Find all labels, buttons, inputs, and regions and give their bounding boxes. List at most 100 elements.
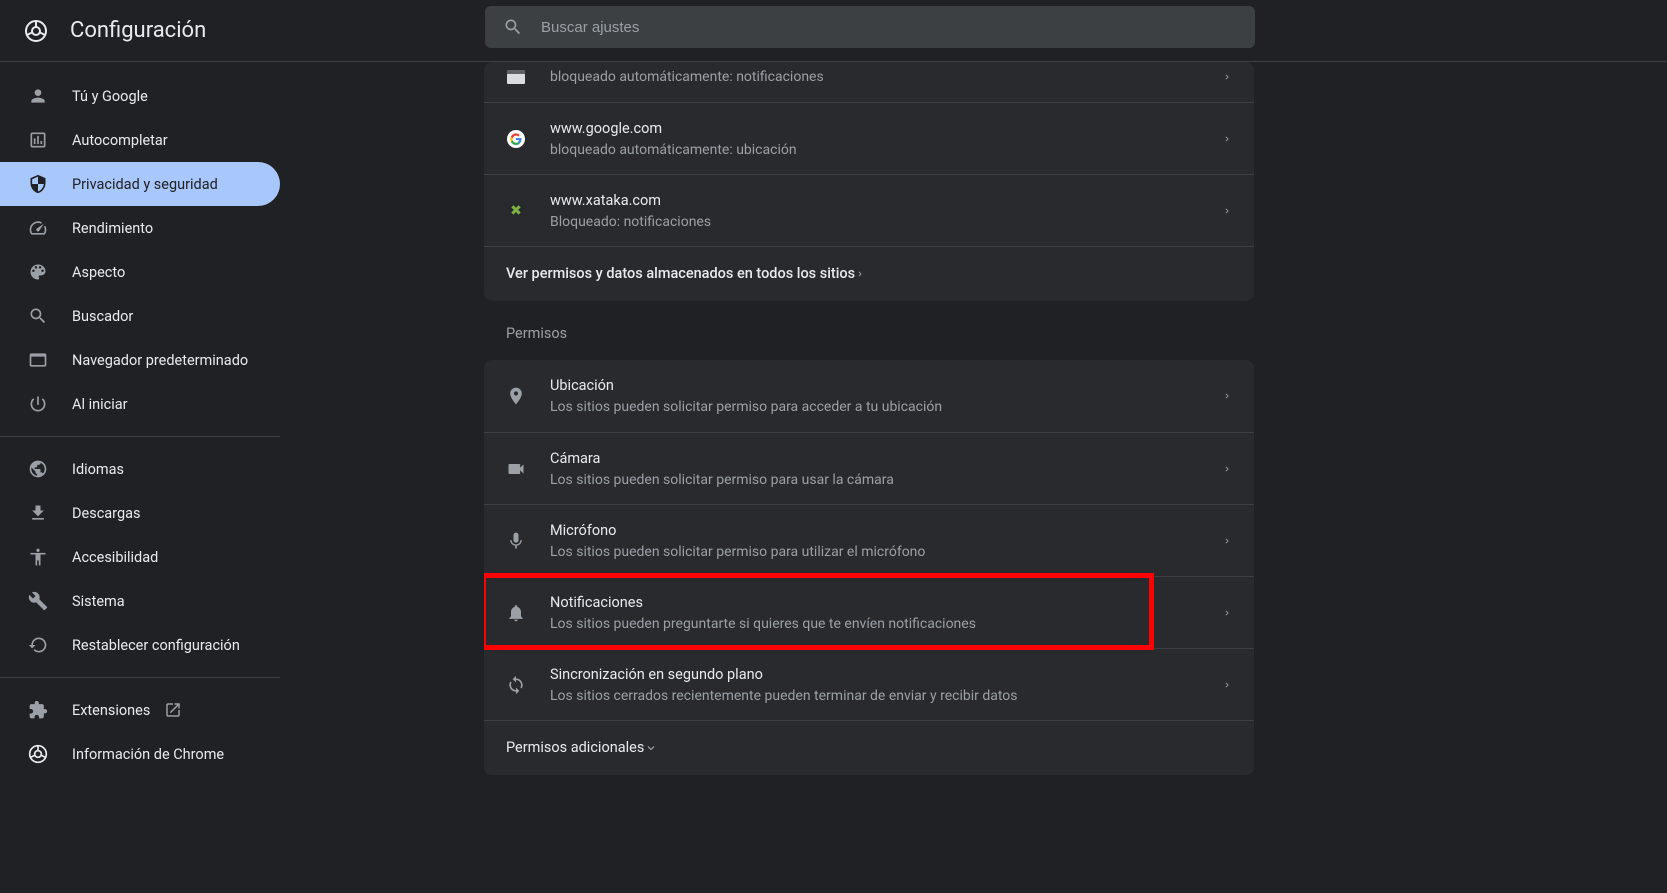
site-row[interactable]: bloqueado automáticamente: notificacione… — [484, 62, 1254, 102]
sidebar-item-autocompletar[interactable]: Autocompletar — [0, 118, 280, 162]
search-input[interactable] — [541, 19, 1237, 36]
chevron-right-icon — [1222, 608, 1232, 618]
permissions-card: UbicaciónLos sitios pueden solicitar per… — [484, 360, 1254, 775]
site-row[interactable]: ✖ www.xataka.comBloqueado: notificaciones — [484, 174, 1254, 246]
sync-icon — [506, 675, 526, 695]
chevron-right-icon — [1222, 206, 1232, 216]
permission-title: Notificaciones — [550, 592, 1222, 614]
sidebar-item-tú-y-google[interactable]: Tú y Google — [0, 74, 280, 118]
sidebar-item-descargas[interactable]: Descargas — [0, 491, 280, 535]
chevron-right-icon — [855, 269, 865, 279]
sidebar: Tú y Google Autocompletar Privacidad y seg… — [0, 62, 280, 893]
chevron-right-icon — [1222, 391, 1232, 401]
site-status: bloqueado automáticamente: notificacione… — [550, 67, 1222, 87]
permission-desc: Los sitios pueden preguntarte si quieres… — [550, 614, 1222, 634]
sidebar-item-label: Autocompletar — [72, 132, 168, 149]
palette-icon — [28, 262, 48, 282]
site-url: www.google.com — [550, 118, 1222, 140]
site-status: Bloqueado: notificaciones — [550, 212, 1222, 232]
camera-icon — [506, 459, 526, 479]
site-url: www.xataka.com — [550, 190, 1222, 212]
sidebar-item-label: Aspecto — [72, 264, 125, 281]
permission-title: Micrófono — [550, 520, 1222, 542]
sidebar-item-sistema[interactable]: Sistema — [0, 579, 280, 623]
permissions-section-label: Permisos — [484, 301, 1254, 360]
sidebar-item-label: Sistema — [72, 593, 125, 610]
sidebar-divider — [0, 677, 280, 678]
sidebar-item-label: Idiomas — [72, 461, 124, 478]
chevron-right-icon — [1222, 536, 1232, 546]
permission-desc: Los sitios pueden solicitar permiso para… — [550, 397, 1222, 417]
chevron-down-icon — [644, 741, 658, 755]
chevron-right-icon — [1222, 464, 1232, 474]
sidebar-item-label: Accesibilidad — [72, 549, 158, 566]
permission-desc: Los sitios cerrados recientemente pueden… — [550, 686, 1222, 706]
external-link-icon — [164, 701, 182, 719]
chevron-right-icon — [1222, 134, 1232, 144]
performance-icon — [28, 218, 48, 238]
location-icon — [506, 386, 526, 406]
xataka-favicon: ✖ — [507, 202, 525, 220]
additional-permissions-row[interactable]: Permisos adicionales — [484, 720, 1254, 775]
sidebar-item-idiomas[interactable]: Idiomas — [0, 447, 280, 491]
autofill-icon — [28, 130, 48, 150]
globe-icon — [28, 459, 48, 479]
permission-title: Cámara — [550, 448, 1222, 470]
header-title: Configuración — [70, 18, 206, 43]
search-icon — [503, 17, 523, 37]
permission-desc: Los sitios pueden solicitar permiso para… — [550, 470, 1222, 490]
permission-row-sync[interactable]: Sincronización en segundo planoLos sitio… — [484, 648, 1254, 720]
sidebar-item-label: Restablecer configuración — [72, 637, 240, 654]
sidebar-item-información-de-chrome[interactable]: Información de Chrome — [0, 732, 280, 776]
site-favicon — [507, 70, 525, 84]
sidebar-item-privacidad-y-seguridad[interactable]: Privacidad y seguridad — [0, 162, 280, 206]
sidebar-divider — [0, 436, 280, 437]
header: Configuración — [0, 0, 1667, 62]
sidebar-item-label: Buscador — [72, 308, 133, 325]
reset-icon — [28, 635, 48, 655]
site-status: bloqueado automáticamente: ubicación — [550, 140, 1222, 160]
permission-row-mic[interactable]: MicrófonoLos sitios pueden solicitar per… — [484, 504, 1254, 576]
search-icon — [28, 306, 48, 326]
browser-icon — [28, 350, 48, 370]
extension-icon — [28, 700, 48, 720]
sidebar-item-label: Al iniciar — [72, 396, 128, 413]
sidebar-item-label: Privacidad y seguridad — [72, 176, 218, 193]
chrome-icon — [28, 744, 48, 764]
wrench-icon — [28, 591, 48, 611]
sidebar-item-label: Navegador predeterminado — [72, 352, 248, 369]
permission-title: Ubicación — [550, 375, 1222, 397]
view-all-sites-row[interactable]: Ver permisos y datos almacenados en todo… — [484, 246, 1254, 301]
shield-icon — [28, 174, 48, 194]
chrome-logo-icon — [24, 19, 48, 43]
permission-row-bell[interactable]: NotificacionesLos sitios pueden pregunta… — [484, 576, 1254, 648]
google-favicon — [507, 130, 525, 148]
chevron-right-icon — [1222, 72, 1232, 82]
sidebar-item-restablecer-configuración[interactable]: Restablecer configuración — [0, 623, 280, 667]
sidebar-item-label: Tú y Google — [72, 88, 148, 105]
sidebar-item-label: Información de Chrome — [72, 746, 224, 763]
permission-row-camera[interactable]: CámaraLos sitios pueden solicitar permis… — [484, 432, 1254, 504]
view-all-sites-label: Ver permisos y datos almacenados en todo… — [506, 263, 855, 285]
sidebar-item-navegador-predeterminado[interactable]: Navegador predeterminado — [0, 338, 280, 382]
sidebar-item-label: Extensiones — [72, 702, 150, 719]
accessibility-icon — [28, 547, 48, 567]
sidebar-item-aspecto[interactable]: Aspecto — [0, 250, 280, 294]
sidebar-item-extensiones[interactable]: Extensiones — [0, 688, 280, 732]
mic-icon — [506, 531, 526, 551]
bell-icon — [506, 603, 526, 623]
sidebar-item-rendimiento[interactable]: Rendimiento — [0, 206, 280, 250]
sidebar-item-al-iniciar[interactable]: Al iniciar — [0, 382, 280, 426]
permission-row-location[interactable]: UbicaciónLos sitios pueden solicitar per… — [484, 360, 1254, 432]
sidebar-item-buscador[interactable]: Buscador — [0, 294, 280, 338]
additional-permissions-label: Permisos adicionales — [506, 737, 644, 759]
search-container[interactable] — [485, 6, 1255, 48]
power-icon — [28, 394, 48, 414]
sidebar-item-label: Descargas — [72, 505, 140, 522]
sidebar-item-label: Rendimiento — [72, 220, 153, 237]
person-icon — [28, 86, 48, 106]
recent-sites-card: bloqueado automáticamente: notificacione… — [484, 62, 1254, 301]
sidebar-item-accesibilidad[interactable]: Accesibilidad — [0, 535, 280, 579]
site-row[interactable]: www.google.combloqueado automáticamente:… — [484, 102, 1254, 174]
main-content: bloqueado automáticamente: notificacione… — [280, 62, 1667, 893]
